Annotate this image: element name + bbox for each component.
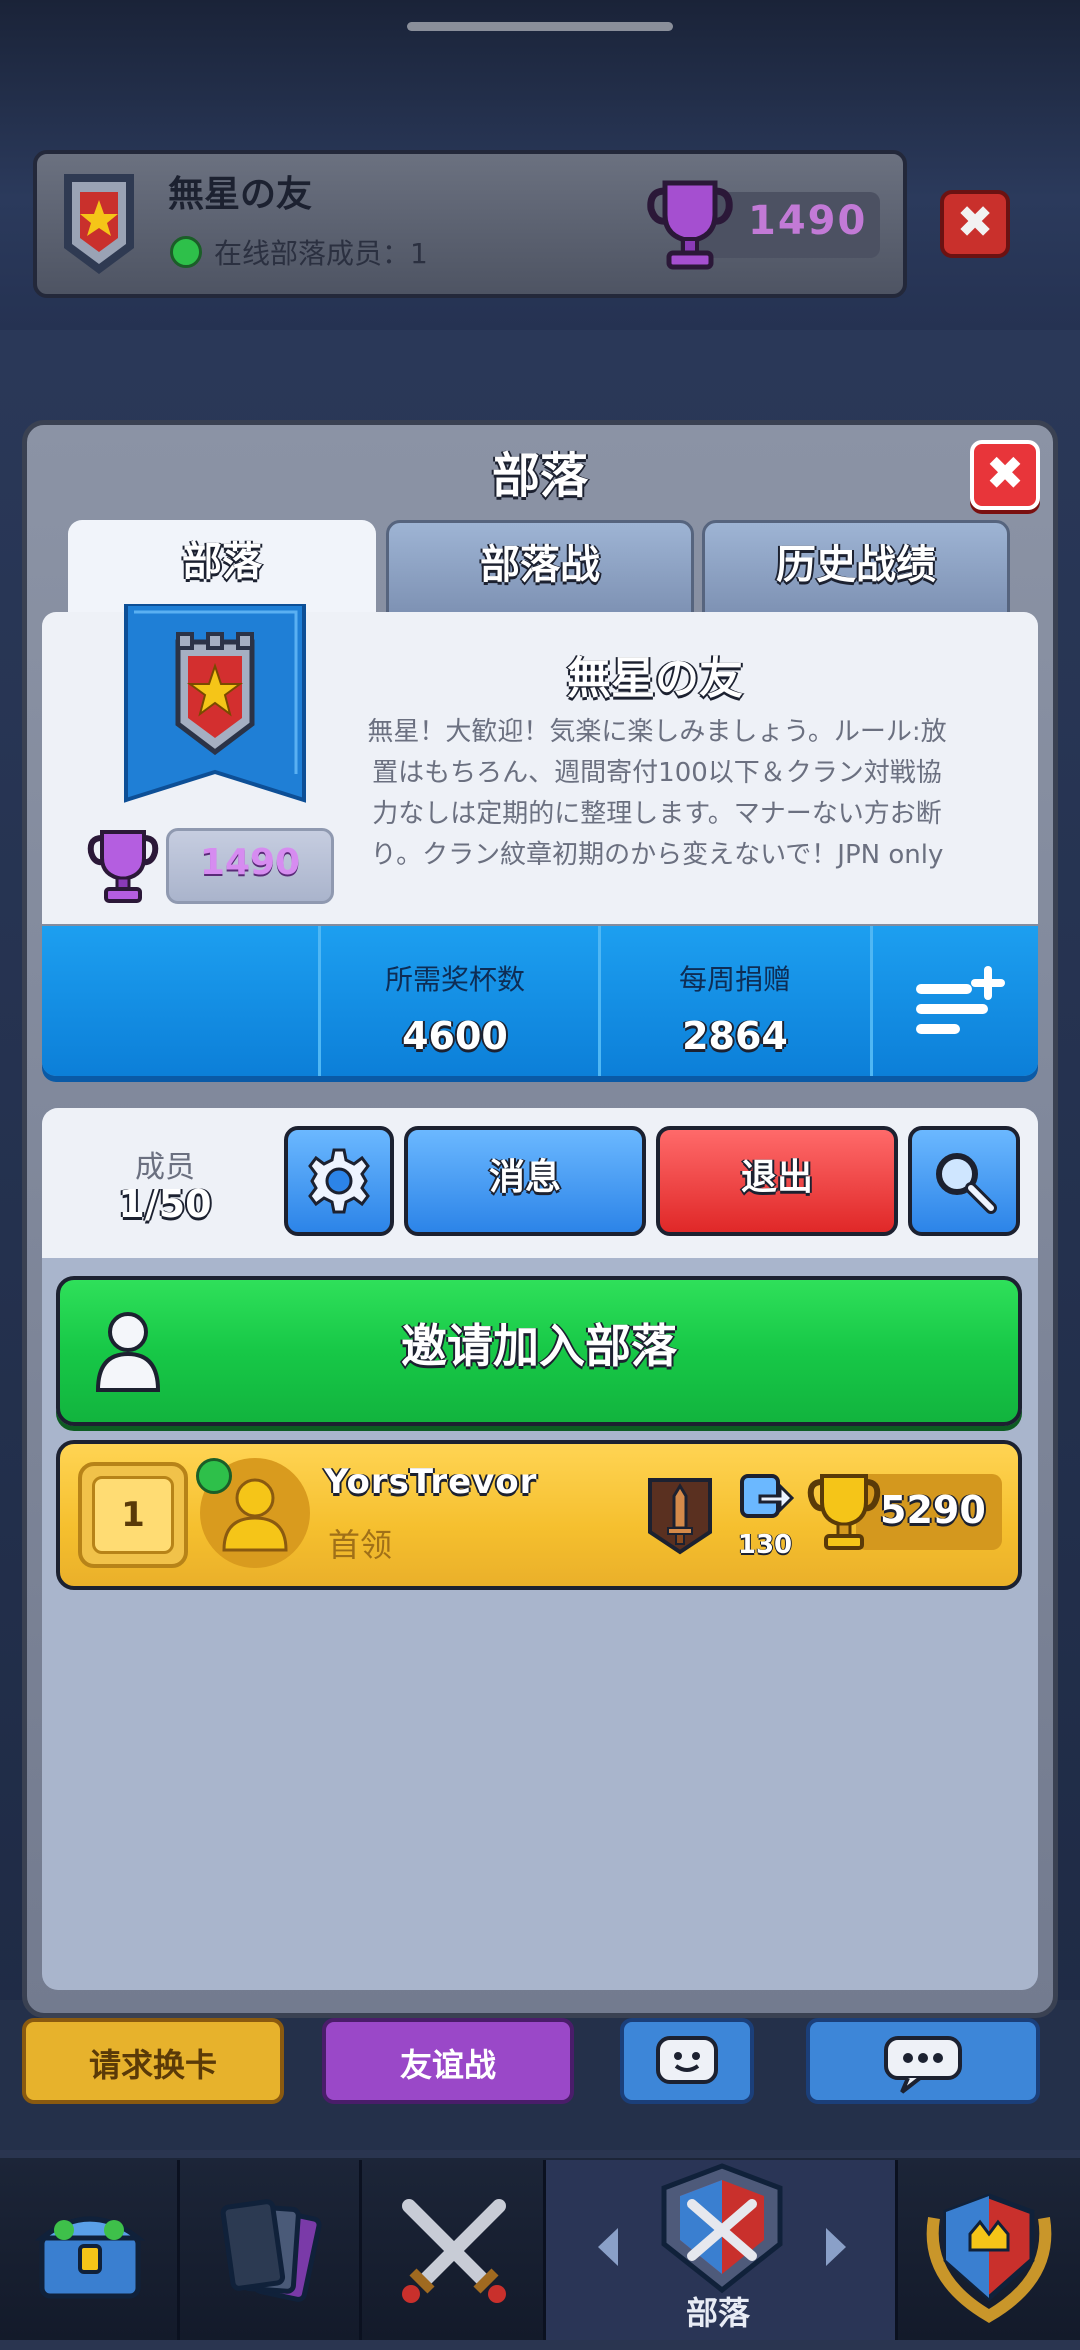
nav-tab-cards[interactable] <box>180 2160 362 2340</box>
arena-icon <box>648 1478 712 1555</box>
top-close-button[interactable]: ✖ <box>940 190 1010 258</box>
emote-button[interactable] <box>620 2018 754 2104</box>
emote-icon <box>656 2036 718 2084</box>
nav-clan-label: 部落 <box>686 2294 751 2332</box>
trophy-icon <box>647 180 733 270</box>
modal-title: 部落 <box>491 448 588 504</box>
invite-button-label: 邀请加入部落 <box>401 1319 677 1373</box>
tab-history[interactable]: 历史战绩 <box>702 520 1010 615</box>
cards-donate-icon <box>740 1474 794 1518</box>
online-status-dot <box>170 236 202 268</box>
member-trophy-count: 5290 <box>880 1488 986 1532</box>
top-clan-name: 無星の友 <box>168 174 313 215</box>
trophy-icon <box>87 830 159 903</box>
chest-icon <box>34 2216 146 2299</box>
member-role: 首领 <box>328 1526 393 1564</box>
gear-icon <box>308 1148 370 1214</box>
search-button[interactable] <box>908 1126 1020 1236</box>
online-members-text: 在线部落成员：1 <box>214 237 428 270</box>
chat-button[interactable] <box>806 2018 1040 2104</box>
request-cards-button[interactable]: 请求换卡 <box>22 2018 284 2104</box>
required-trophies-value: 4600 <box>402 1014 508 1058</box>
member-donations: 130 <box>737 1530 793 1560</box>
cards-icon <box>220 2199 322 2302</box>
clan-nav-icon <box>661 2163 783 2294</box>
members-count: 1/50 <box>118 1182 212 1226</box>
chat-icon <box>884 2036 962 2094</box>
member-name: YorsTrevor <box>324 1462 538 1502</box>
clan-trophy-count: 1490 <box>199 842 301 883</box>
home-indicator <box>407 22 673 31</box>
required-trophies-label: 所需奖杯数 <box>384 963 525 996</box>
leave-button[interactable]: 退出 <box>656 1126 898 1236</box>
stats-divider <box>870 926 873 1076</box>
nav-tab-battle[interactable] <box>362 2160 546 2340</box>
chevron-left-icon <box>598 2228 618 2266</box>
top-trophy-count: 1490 <box>748 198 868 244</box>
clan-badge-icon <box>64 174 134 274</box>
clan-banner-icon <box>124 604 306 803</box>
close-icon[interactable]: ✖ <box>970 440 1040 510</box>
tab-clan-war[interactable]: 部落战 <box>386 520 694 615</box>
message-button[interactable]: 消息 <box>404 1126 646 1236</box>
filter-add-icon[interactable] <box>910 962 1010 1042</box>
friendly-battle-button[interactable]: 友谊战 <box>322 2018 574 2104</box>
chevron-right-icon <box>826 2228 846 2266</box>
clan-name: 無星の友 <box>567 653 743 704</box>
nav-tab-events[interactable] <box>898 2160 1080 2340</box>
weekly-donations-value: 2864 <box>682 1014 788 1058</box>
clan-description: 無星！大歓迎！気楽に楽しみましょう。ルール:放置はもちろん、週間寄付100以下＆… <box>367 717 947 870</box>
tab-clan[interactable]: 部落 <box>68 520 376 615</box>
nav-tab-shop[interactable] <box>0 2160 180 2340</box>
members-label: 成员 <box>135 1150 195 1185</box>
weekly-donations-label: 每周捐赠 <box>678 963 791 996</box>
swords-icon <box>402 2199 506 2303</box>
trophy-icon <box>807 1474 881 1550</box>
search-icon <box>936 1153 997 1214</box>
laurel-shield-icon <box>926 2193 1052 2323</box>
member-rank: 1 <box>92 1476 174 1554</box>
online-status-dot <box>196 1458 232 1494</box>
settings-button[interactable] <box>284 1126 394 1236</box>
